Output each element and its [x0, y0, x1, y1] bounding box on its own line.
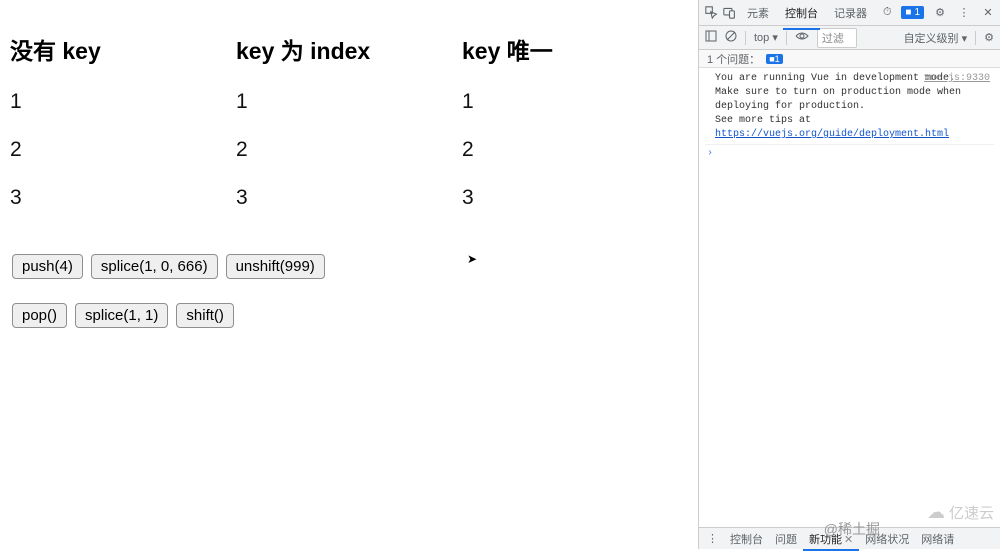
column-key-unique: key 唯一 1 2 3: [462, 8, 688, 234]
log-levels-selector[interactable]: 自定义级别 ▾: [904, 30, 968, 46]
devtools-drawer-tabs: ⋮ 控制台 问题 新功能✕ 网络状况 网络请: [699, 527, 1000, 549]
list-item: 3: [10, 186, 236, 210]
console-line: Make sure to turn on production mode whe…: [715, 86, 992, 114]
button-row-remove: pop() splice(1, 1) shift(): [12, 303, 686, 328]
console-line: See more tips at https://vuejs.org/guide…: [715, 114, 992, 142]
list-item: 3: [236, 186, 462, 210]
issues-label: 1 个问题：: [707, 51, 760, 67]
shift-button[interactable]: shift(): [176, 303, 234, 328]
list-item: 1: [462, 90, 688, 114]
splice-insert-button[interactable]: splice(1, 0, 666): [91, 254, 218, 279]
drawer-tab-whatsnew[interactable]: 新功能✕: [803, 527, 859, 551]
splice-remove-button[interactable]: splice(1, 1): [75, 303, 168, 328]
devtools-topright: ■ 1 ⚙ ⋮ ✕: [901, 5, 996, 21]
gear-icon[interactable]: ⚙: [932, 5, 948, 21]
console-message: vue.js:9330 You are running Vue in devel…: [705, 70, 994, 145]
list-item: 2: [10, 138, 236, 162]
separator: [745, 31, 746, 45]
list-item: 2: [236, 138, 462, 162]
console-link[interactable]: https://vuejs.org/guide/deployment.html: [715, 129, 949, 140]
push-button[interactable]: push(4): [12, 254, 83, 279]
unshift-button[interactable]: unshift(999): [226, 254, 325, 279]
drawer-tab-issues[interactable]: 问题: [769, 527, 803, 551]
sidebar-toggle-icon[interactable]: [705, 30, 717, 45]
column-heading: key 为 index: [236, 32, 462, 66]
button-row-add: push(4) splice(1, 0, 666) unshift(999): [12, 254, 686, 279]
tab-elements[interactable]: 元素: [745, 1, 771, 25]
gear-icon[interactable]: ⚙: [984, 31, 994, 44]
tab-console[interactable]: 控制台: [783, 1, 820, 25]
drawer-more-icon[interactable]: ⋮: [701, 528, 724, 549]
close-icon[interactable]: ✕: [980, 5, 996, 21]
drawer-tab-network-req[interactable]: 网络请: [915, 527, 960, 551]
separator: [975, 31, 976, 45]
issues-badge-icon: ■: [905, 7, 911, 18]
column-heading: 没有 key: [10, 32, 236, 66]
console-output: vue.js:9330 You are running Vue in devel…: [699, 68, 1000, 527]
drawer-tab-console[interactable]: 控制台: [724, 527, 769, 551]
column-key-index: key 为 index 1 2 3: [236, 8, 462, 234]
list-item: 2: [462, 138, 688, 162]
columns: 没有 key 1 2 3 key 为 index 1 2 3 key 唯一 1 …: [10, 8, 688, 234]
column-heading: key 唯一: [462, 32, 688, 66]
device-toggle-icon[interactable]: [721, 5, 737, 21]
issues-badge-count: 1: [914, 7, 920, 18]
column-no-key: 没有 key 1 2 3: [10, 8, 236, 234]
devtools-panel: 元素 控制台 记录器 ⏱ ■ 1 ⚙ ⋮ ✕ top ▾ 过滤 自定: [698, 0, 1000, 549]
devtools-tabs: 元素 控制台 记录器 ⏱: [739, 1, 899, 25]
more-icon[interactable]: ⋮: [956, 5, 972, 21]
close-tab-icon[interactable]: ✕: [844, 534, 853, 546]
drawer-tab-network-conditions[interactable]: 网络状况: [859, 527, 915, 551]
separator: [786, 31, 787, 45]
context-selector[interactable]: top ▾: [754, 31, 778, 44]
devtools-topbar: 元素 控制台 记录器 ⏱ ■ 1 ⚙ ⋮ ✕: [699, 0, 1000, 26]
issues-count-badge: ■ 1: [766, 54, 782, 64]
tab-recorder[interactable]: 记录器: [832, 1, 869, 25]
app-page: 没有 key 1 2 3 key 为 index 1 2 3 key 唯一 1 …: [0, 0, 698, 549]
list-item: 1: [10, 90, 236, 114]
list-item: 3: [462, 186, 688, 210]
list-item: 1: [236, 90, 462, 114]
tab-performance[interactable]: ⏱: [881, 2, 894, 23]
console-source-link[interactable]: vue.js:9330: [924, 72, 990, 86]
console-prompt[interactable]: ›: [705, 145, 994, 163]
filter-input[interactable]: 过滤: [817, 28, 857, 48]
issues-badge[interactable]: ■ 1: [901, 6, 924, 19]
pop-button[interactable]: pop(): [12, 303, 67, 328]
clear-console-icon[interactable]: [725, 30, 737, 45]
console-toolbar: top ▾ 过滤 自定义级别 ▾ ⚙: [699, 26, 1000, 50]
issues-bar[interactable]: 1 个问题： ■ 1: [699, 50, 1000, 68]
inspect-icon[interactable]: [703, 5, 719, 21]
eye-icon[interactable]: [795, 31, 809, 44]
